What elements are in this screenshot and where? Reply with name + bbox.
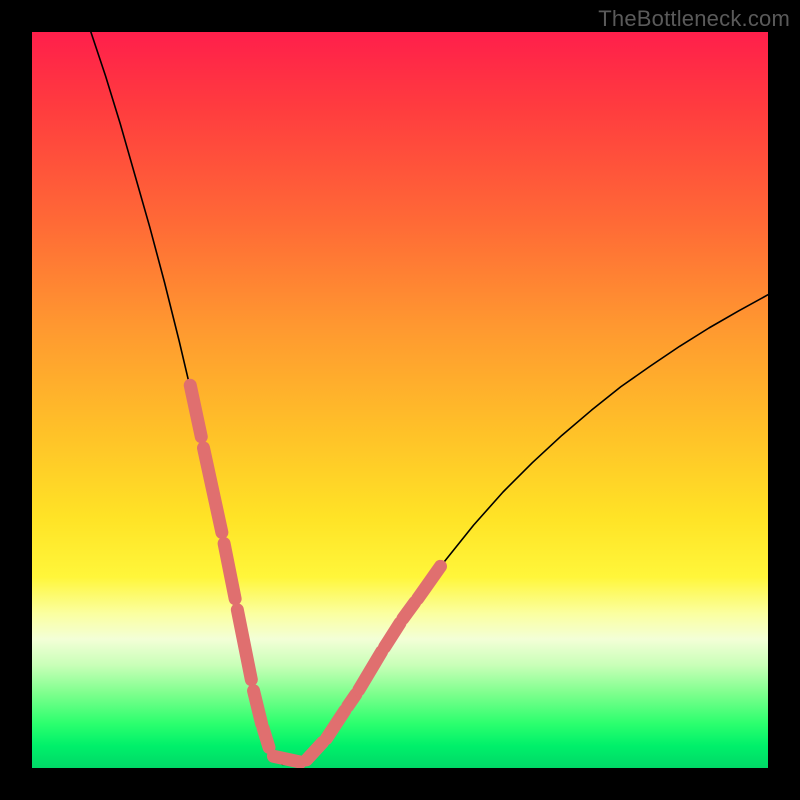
chart-frame: TheBottleneck.com [0,0,800,800]
marker-dash [403,602,415,618]
marker-dash [224,544,235,599]
marker-dash [348,694,356,706]
marker-dashes [190,385,440,762]
plot-svg [32,32,768,768]
marker-dash [237,610,251,680]
marker-dash [418,566,441,598]
marker-dash [203,448,221,533]
watermark-text: TheBottleneck.com [598,6,790,32]
marker-dash [385,623,400,647]
marker-dash [190,385,201,437]
plot-area [32,32,768,768]
marker-dash [307,742,323,760]
marker-dash [326,711,344,739]
marker-dash [254,691,262,724]
marker-dash [263,728,269,747]
marker-dash [273,756,300,762]
marker-dash [359,652,382,690]
